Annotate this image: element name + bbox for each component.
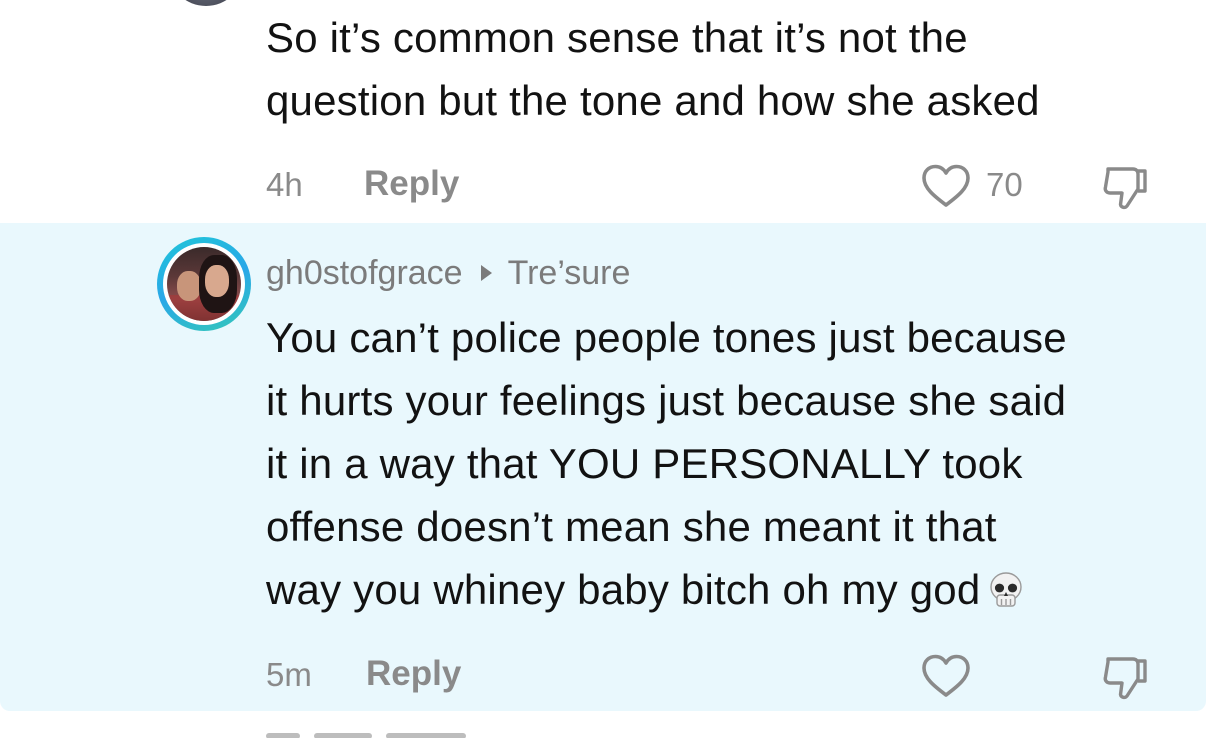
comment-timestamp: 5m <box>266 656 312 694</box>
thumbs-down-icon[interactable] <box>1100 652 1150 702</box>
reply-to-username[interactable]: Tre’sure <box>508 254 631 293</box>
comment-body: You can’t police people tones just becau… <box>266 314 1067 613</box>
reply-button[interactable]: Reply <box>366 654 461 694</box>
comment-text: So it’s common sense that it’s not the q… <box>266 6 1166 132</box>
view-replies-link-clipped <box>266 726 506 738</box>
like-count: 70 <box>986 166 1023 204</box>
reply-button[interactable]: Reply <box>364 164 459 204</box>
comment-timestamp: 4h <box>266 166 303 204</box>
comment-author-row: gh0stofgrace Tre’sure <box>266 250 630 296</box>
comment-text: You can’t police people tones just becau… <box>266 306 1186 621</box>
avatar[interactable] <box>167 247 241 321</box>
skull-icon <box>986 570 1026 610</box>
caret-right-icon <box>481 265 492 281</box>
heart-icon[interactable] <box>920 163 972 209</box>
username[interactable]: gh0stofgrace <box>266 254 463 293</box>
thumbs-down-icon[interactable] <box>1100 162 1150 212</box>
avatar[interactable] <box>168 0 244 6</box>
heart-icon[interactable] <box>920 653 972 699</box>
